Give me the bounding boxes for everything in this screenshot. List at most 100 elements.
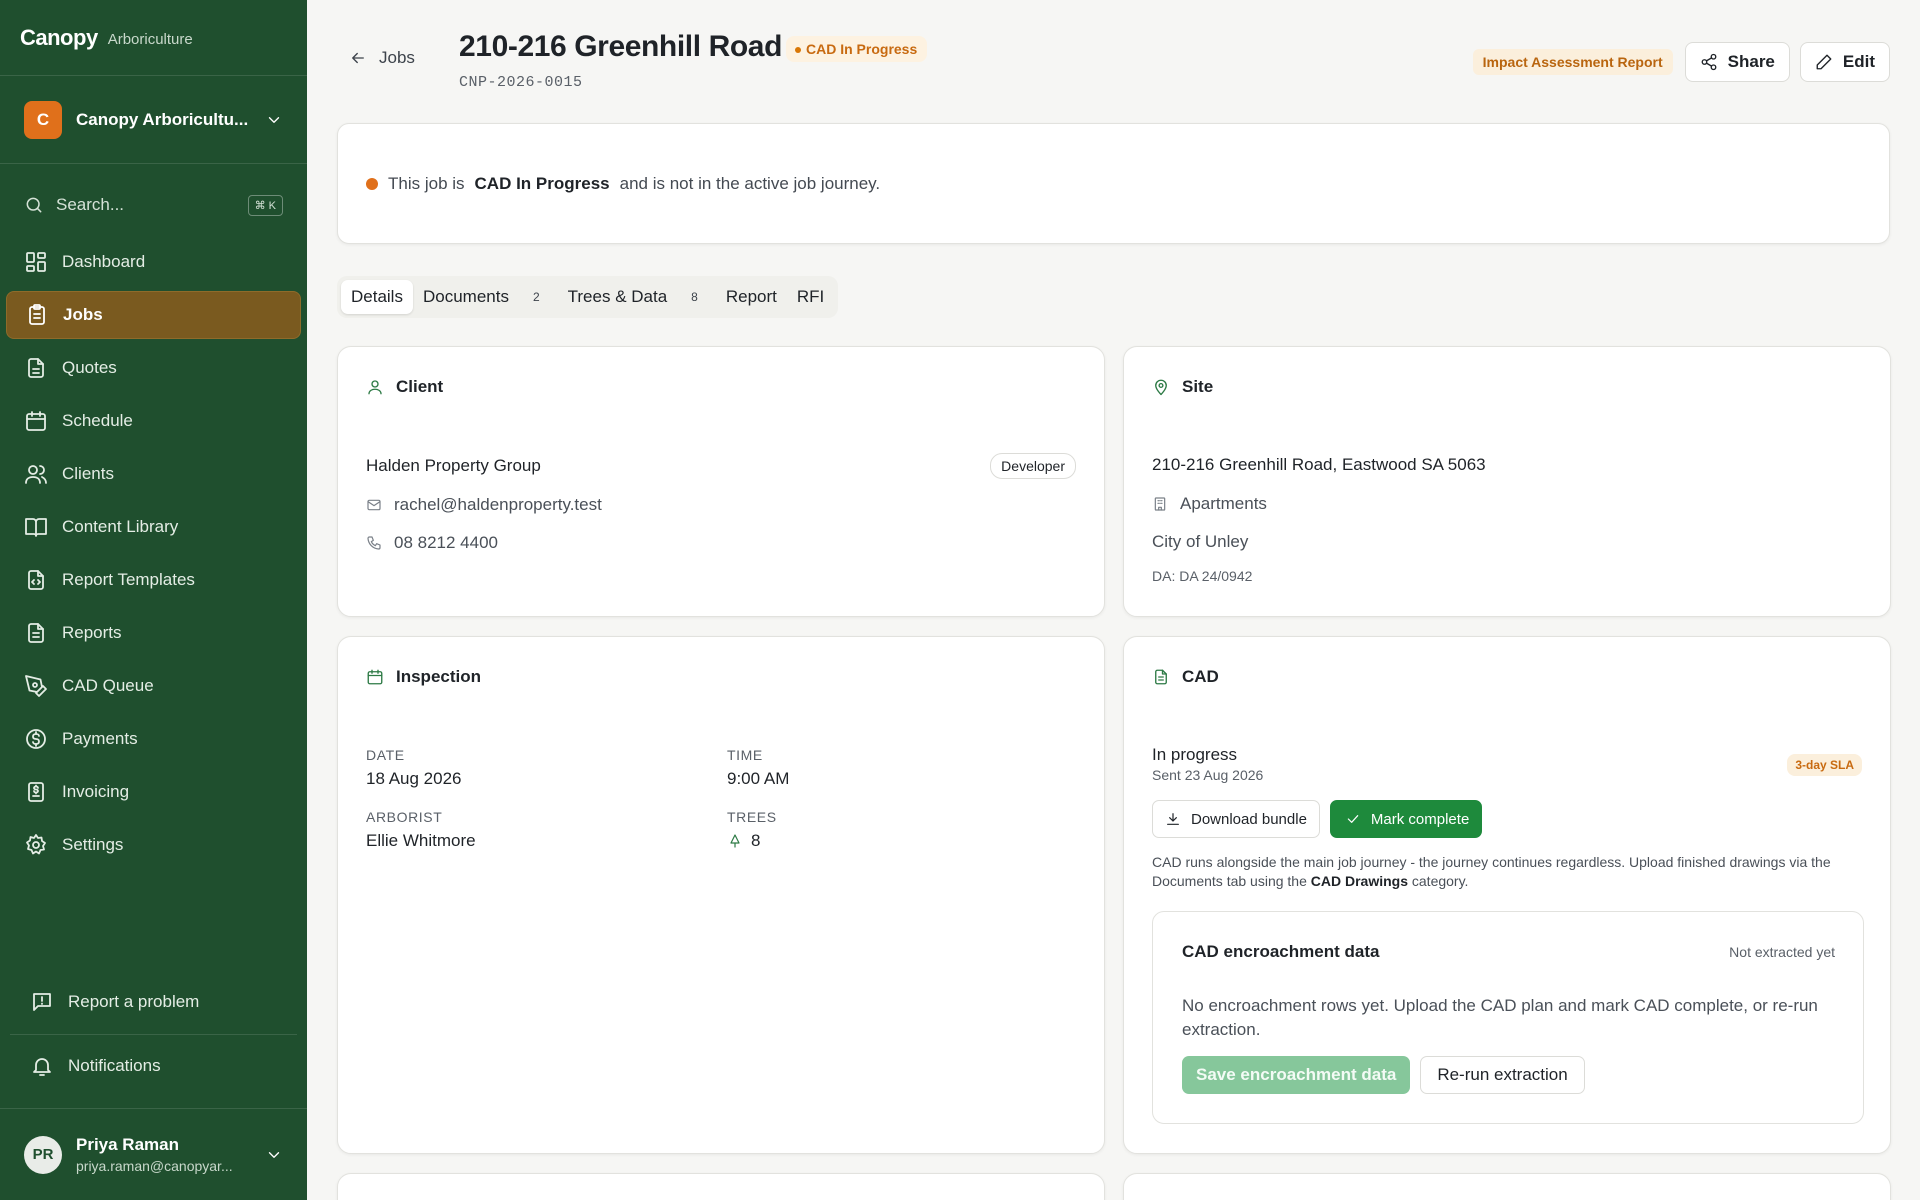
card-title: Client — [366, 377, 443, 397]
pencil-icon — [1815, 53, 1833, 71]
status-dot — [366, 177, 378, 190]
nav-item-schedule[interactable]: Schedule — [6, 397, 301, 445]
nav-item-dashboard[interactable]: Dashboard — [6, 238, 301, 286]
chevron-down-icon — [265, 1146, 283, 1164]
clipboard-icon — [25, 303, 49, 327]
nav-item-quotes[interactable]: Quotes — [6, 344, 301, 392]
nav-label: Quotes — [62, 358, 117, 377]
client-type-badge: Developer — [990, 453, 1076, 479]
time-label: TIME — [727, 747, 763, 763]
client-card: Client Halden Property Group Developer r… — [337, 346, 1105, 617]
page-title: 210-216 Greenhill Road — [459, 30, 783, 63]
cad-actions: Download bundle Mark complete — [1152, 800, 1483, 838]
tab-trees-data[interactable]: Trees & Data 8 — [558, 280, 716, 314]
tab-report[interactable]: Report — [716, 280, 787, 314]
status-badge: CAD In Progress — [786, 36, 928, 62]
arborist-name: Ellie Whitmore — [366, 831, 476, 850]
nav-item-settings[interactable]: Settings — [6, 821, 301, 869]
gear-icon — [24, 833, 48, 857]
alert-status: CAD In Progress — [474, 173, 610, 193]
nav-item-reports[interactable]: Reports — [6, 609, 301, 657]
main-nav: Dashboard Jobs Quotes Schedule Clients C… — [0, 238, 307, 869]
nav-item-payments[interactable]: Payments — [6, 715, 301, 763]
inspection-title: Inspection — [396, 667, 482, 686]
client-phone-text: 08 8212 4400 — [394, 533, 498, 552]
sla-badge: 3-day SLA — [1787, 754, 1862, 776]
date-label: DATE — [366, 747, 405, 763]
cad-note: CAD runs alongside the main job journey … — [1152, 853, 1864, 891]
tab-rfi[interactable]: RFI — [787, 280, 834, 314]
main-content: Jobs 210-216 Greenhill Road CAD In Progr… — [307, 0, 1920, 1200]
calendar-icon — [366, 668, 384, 686]
share-icon — [1700, 53, 1718, 71]
status-alert: This job is CAD In Progress and is not i… — [337, 123, 1890, 244]
tab-label: Report — [725, 287, 777, 306]
phone-icon — [366, 535, 382, 551]
site-card: Site 210-216 Greenhill Road, Eastwood SA… — [1123, 346, 1891, 617]
alert-message-icon — [30, 990, 54, 1014]
header-actions: Impact Assessment Report Share Edit — [1472, 42, 1890, 82]
client-name: Halden Property Group — [366, 456, 541, 475]
nav-item-invoicing[interactable]: Invoicing — [6, 768, 301, 816]
user-email: priya.raman@canopyar... — [76, 1158, 233, 1174]
edit-button[interactable]: Edit — [1799, 42, 1890, 82]
job-tabs: Details Documents 2 Trees & Data 8 Report … — [337, 276, 839, 318]
chevron-down-icon — [265, 111, 283, 129]
trees-value: 8 — [751, 831, 761, 850]
nav-label: Jobs — [63, 305, 103, 324]
rerun-extraction-button[interactable]: Re-run extraction — [1420, 1056, 1585, 1094]
nav-item-content-library[interactable]: Content Library — [6, 503, 301, 551]
org-name: Canopy Arboricultu... — [76, 109, 249, 129]
mark-complete-button[interactable]: Mark complete — [1329, 800, 1483, 838]
arrow-left-icon — [349, 49, 367, 67]
pen-tool-icon — [24, 674, 48, 698]
cad-note-prefix: CAD runs alongside the main job journey … — [1152, 854, 1831, 889]
client-phone[interactable]: 08 8212 4400 — [366, 533, 498, 553]
trees-count: 8 — [727, 831, 760, 851]
client-email-text: rachel@haldenproperty.test — [394, 495, 602, 514]
tab-details[interactable]: Details — [341, 280, 413, 314]
back-link[interactable]: Jobs — [349, 48, 415, 68]
encroachment-actions: Save encroachment data Re-run extraction — [1182, 1056, 1585, 1094]
nav-label: Clients — [62, 464, 114, 483]
nav-item-clients[interactable]: Clients — [6, 450, 301, 498]
encroachment-panel: CAD encroachment data Not extracted yet … — [1152, 911, 1864, 1124]
report-problem-button[interactable]: Report a problem — [12, 978, 295, 1026]
org-switcher[interactable]: C Canopy Arboricultu... — [0, 76, 307, 164]
nav-label: Payments — [62, 729, 138, 748]
tab-label: Details — [351, 287, 403, 306]
inspection-date: 18 Aug 2026 — [366, 769, 462, 788]
nav-item-jobs[interactable]: Jobs — [6, 291, 301, 339]
nav-label: Schedule — [62, 411, 133, 430]
tab-count: 2 — [532, 290, 540, 304]
share-label: Share — [1727, 52, 1775, 71]
card-title: Inspection — [366, 667, 481, 687]
save-encroachment-button[interactable]: Save encroachment data — [1182, 1056, 1411, 1094]
nav-item-cad-queue[interactable]: CAD Queue — [6, 662, 301, 710]
user-menu[interactable]: PR Priya Raman priya.raman@canopyar... — [0, 1108, 307, 1200]
notifications-button[interactable]: Notifications — [12, 1042, 295, 1090]
brand-name: Canopy — [20, 24, 98, 50]
nav-item-report-templates[interactable]: Report Templates — [6, 556, 301, 604]
nav-label: Reports — [62, 623, 122, 642]
encroachment-empty-text: No encroachment rows yet. Upload the CAD… — [1182, 996, 1818, 1039]
job-id: CNP-2026-0015 — [459, 74, 583, 91]
report-problem-label: Report a problem — [68, 992, 200, 1011]
org-avatar: C — [24, 100, 62, 139]
avatar: PR — [24, 1135, 62, 1174]
cad-title: CAD — [1182, 667, 1219, 686]
tab-label: RFI — [796, 287, 825, 306]
brand[interactable]: Canopy Arboriculture — [0, 0, 307, 76]
share-button[interactable]: Share — [1684, 42, 1790, 82]
download-label: Download bundle — [1191, 810, 1307, 828]
download-bundle-button[interactable]: Download bundle — [1152, 800, 1320, 838]
search-input[interactable]: Search... ⌘ K — [24, 174, 283, 236]
client-email[interactable]: rachel@haldenproperty.test — [366, 495, 602, 515]
edit-label: Edit — [1842, 52, 1875, 71]
tab-documents[interactable]: Documents 2 — [413, 280, 558, 314]
card-title: CAD — [1152, 667, 1219, 687]
card-title: Site — [1152, 377, 1213, 397]
tab-label: Trees & Data — [567, 287, 668, 306]
alert-prefix: This job is — [388, 173, 465, 193]
nav-label: CAD Queue — [62, 676, 154, 695]
